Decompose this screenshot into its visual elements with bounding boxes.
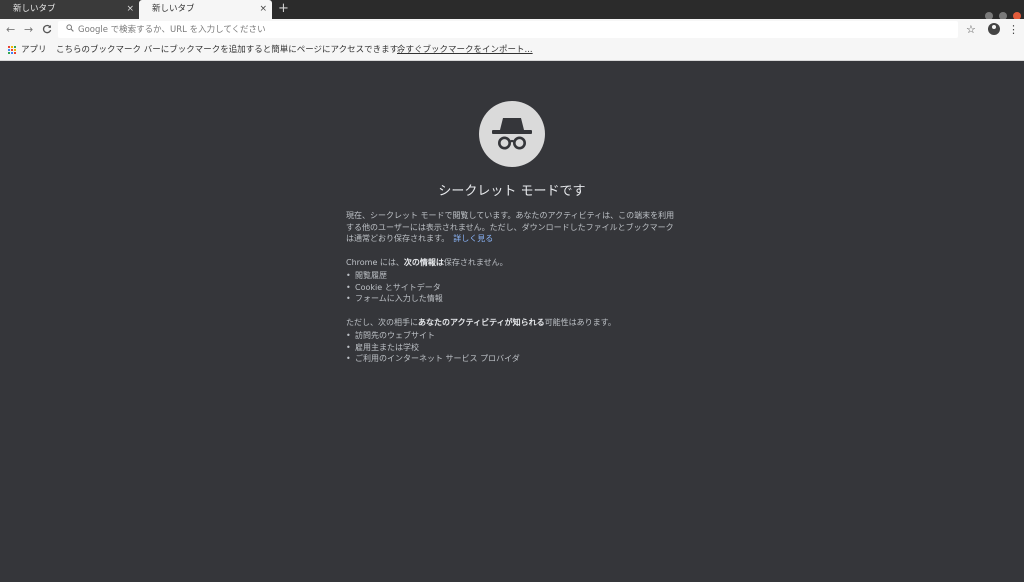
reload-icon [42,24,52,34]
list-item: 雇用主または学校 [346,342,520,354]
tab-2-close-icon[interactable]: × [259,0,267,19]
new-tab-button[interactable]: + [278,0,289,19]
list-item: 閲覧履歴 [346,270,443,282]
search-icon [66,21,74,38]
back-button[interactable]: ← [6,19,15,40]
visible-bold: あなたのアクティビティが知られる [418,318,545,327]
visible-prefix: ただし、次の相手に [346,318,418,327]
incognito-intro: 現在、シークレット モードで閲覧しています。あなたのアクティビティは、この端末を… [346,210,676,245]
list-item: 訪問先のウェブサイト [346,330,520,342]
not-saved-list: 閲覧履歴 Cookie とサイトデータ フォームに入力した情報 [346,270,443,305]
visible-to-heading: ただし、次の相手にあなたのアクティビティが知られる可能性はあります。 [346,317,676,329]
tab-1-close-icon[interactable]: × [126,0,134,19]
visible-suffix: 可能性はあります。 [544,318,616,327]
list-item: ご利用のインターネット サービス プロバイダ [346,353,520,365]
reload-button[interactable] [42,19,52,40]
page-title: シークレット モードです [438,184,586,199]
not-saved-suffix: 保存されません。 [443,258,508,267]
tab-2[interactable]: 新しいタブ × [139,0,272,19]
list-item: フォームに入力した情報 [346,293,443,305]
menu-icon[interactable]: ⋮ [1008,19,1019,40]
list-item: Cookie とサイトデータ [346,282,443,294]
incognito-page: シークレット モードです 現在、シークレット モードで閲覧しています。あなたのア… [0,61,1024,582]
tab-2-label: 新しいタブ [152,4,195,14]
not-saved-prefix: Chrome には、 [346,258,404,267]
not-saved-bold: 次の情報は [403,258,444,267]
apps-grid-icon[interactable] [8,46,17,55]
apps-shortcut[interactable]: アプリ [21,40,47,60]
tab-strip: 新しいタブ × 新しいタブ × + [0,0,1024,20]
bookmarks-bar-message: こちらのブックマーク バーにブックマークを追加すると簡単にページにアクセスできま… [56,45,406,55]
bookmark-star-icon[interactable]: ☆ [966,19,976,40]
tab-1-label: 新しいタブ [13,4,56,14]
toolbar: ← → ☆ ⋮ [0,19,1024,40]
account-icon[interactable] [988,23,1000,35]
omnibox[interactable] [58,21,958,38]
learn-more-link[interactable]: 詳しく見る [453,234,493,243]
forward-button[interactable]: → [24,19,33,40]
import-bookmarks-link[interactable]: 今すぐブックマークをインポート... [397,40,533,60]
visible-to-list: 訪問先のウェブサイト 雇用主または学校 ご利用のインターネット サービス プロバ… [346,330,520,365]
intro-text: 現在、シークレット モードで閲覧しています。あなたのアクティビティは、この端末を… [346,211,675,243]
tab-1[interactable]: 新しいタブ × [0,0,139,19]
not-saved-heading: Chrome には、次の情報は保存されません。 [346,257,676,269]
incognito-hat-glasses-icon [479,101,545,167]
omnibox-input[interactable] [78,21,938,38]
window-controls [984,5,1021,20]
bookmarks-bar: アプリ こちらのブックマーク バーにブックマークを追加すると簡単にページにアクセ… [0,40,1024,61]
